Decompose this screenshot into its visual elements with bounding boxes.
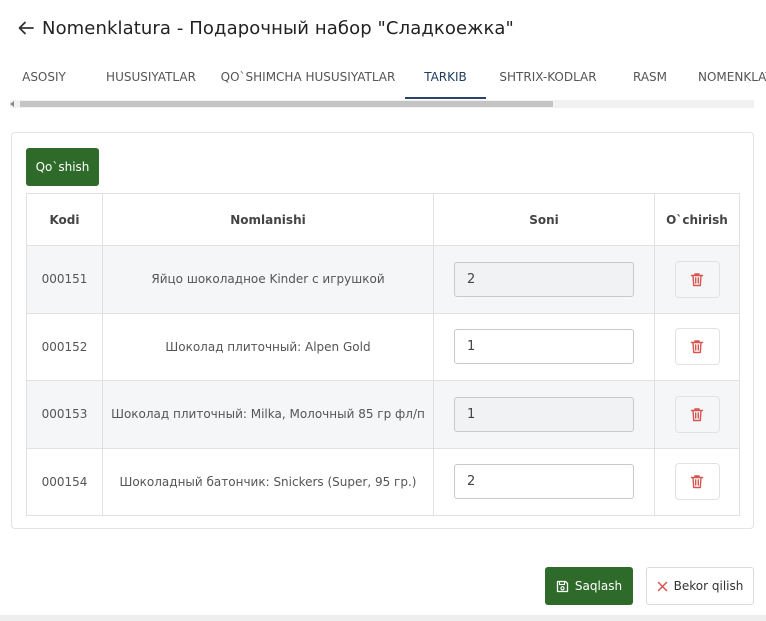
delete-row-button[interactable] [674,463,720,501]
row-name: Шоколадный батончик: Snickers (Super, 95… [102,447,434,516]
tab-tarkib[interactable]: TARKIB [405,60,486,100]
back-button[interactable] [16,18,36,38]
composition-table: Kodi Nomlanishi Soni O`chirish 000151 Яй… [26,193,740,516]
tab-rasm[interactable]: RASM [620,60,680,100]
quantity-input[interactable] [454,396,634,432]
row-name: Шоколад плиточный: Milka, Молочный 85 гр… [102,380,434,449]
scroll-thumb[interactable] [20,101,553,107]
save-button-label: Saqlash [574,579,623,593]
scroll-left-arrow-icon[interactable] [10,101,14,107]
row-qty-cell [433,312,655,381]
quantity-input[interactable] [454,261,634,297]
row-name: Шоколад плиточный: Alpen Gold [102,312,434,381]
column-header-name: Nomlanishi [102,193,434,246]
table-header-row: Kodi Nomlanishi Soni O`chirish [26,193,740,246]
row-delete-cell [654,312,740,381]
composition-card: Qo`shish Kodi Nomlanishi Soni O`chirish … [11,132,754,529]
tabs-scrollbar[interactable] [10,100,754,108]
arrow-left-icon [18,21,34,35]
cancel-button-label: Bekor qilish [673,579,744,593]
row-delete-cell [654,447,740,516]
row-qty-cell [433,380,655,449]
column-header-qty: Soni [433,193,655,246]
trash-icon [690,475,704,489]
column-header-delete: O`chirish [654,193,740,246]
trash-icon [690,273,704,286]
row-delete-cell [654,245,740,314]
table-row: 000154 Шоколадный батончик: Snickers (Su… [26,447,740,516]
delete-row-button[interactable] [674,328,720,366]
row-qty-cell [433,447,655,516]
trash-icon [690,340,704,354]
delete-row-button[interactable] [674,395,720,433]
row-qty-cell [433,245,655,314]
row-code: 000153 [26,380,103,449]
table-row: 000151 Яйцо шоколадное Kinder с игрушкой [26,245,740,314]
save-button[interactable]: Saqlash [545,567,633,605]
page-title: Nomenklatura - Подарочный набор "Сладкое… [42,17,514,39]
bottom-divider [0,615,766,621]
column-header-code: Kodi [26,193,103,246]
tab-qoshimcha-hususiyatlar[interactable]: QO`SHIMCHA HUSUSIYATLAR [218,60,398,100]
trash-icon [690,408,704,421]
cancel-button[interactable]: Bekor qilish [646,567,754,605]
add-item-button[interactable]: Qo`shish [26,148,99,186]
close-icon [657,581,667,591]
quantity-input[interactable] [454,329,634,365]
row-delete-cell [654,380,740,449]
tab-asosiy[interactable]: ASOSIY [8,60,80,100]
table-row: 000153 Шоколад плиточный: Milka, Молочны… [26,380,740,449]
floppy-disk-icon [556,580,569,592]
row-code: 000154 [26,447,103,516]
row-code: 000152 [26,312,103,381]
page-header: Nomenklatura - Подарочный набор "Сладкое… [0,0,766,56]
tab-nomenklatura[interactable]: NOMENKLATURA [698,60,766,100]
delete-row-button[interactable] [674,260,720,298]
row-name: Яйцо шоколадное Kinder с игрушкой [102,245,434,314]
quantity-input[interactable] [454,464,634,500]
table-row: 000152 Шоколад плиточный: Alpen Gold [26,312,740,381]
tab-hususiyatlar[interactable]: HUSUSIYATLAR [100,60,202,100]
tab-shtrix-kodlar[interactable]: SHTRIX-KODLAR [494,60,602,100]
tab-bar: ASOSIY HUSUSIYATLAR QO`SHIMCHA HUSUSIYAT… [0,60,766,100]
row-code: 000151 [26,245,103,314]
